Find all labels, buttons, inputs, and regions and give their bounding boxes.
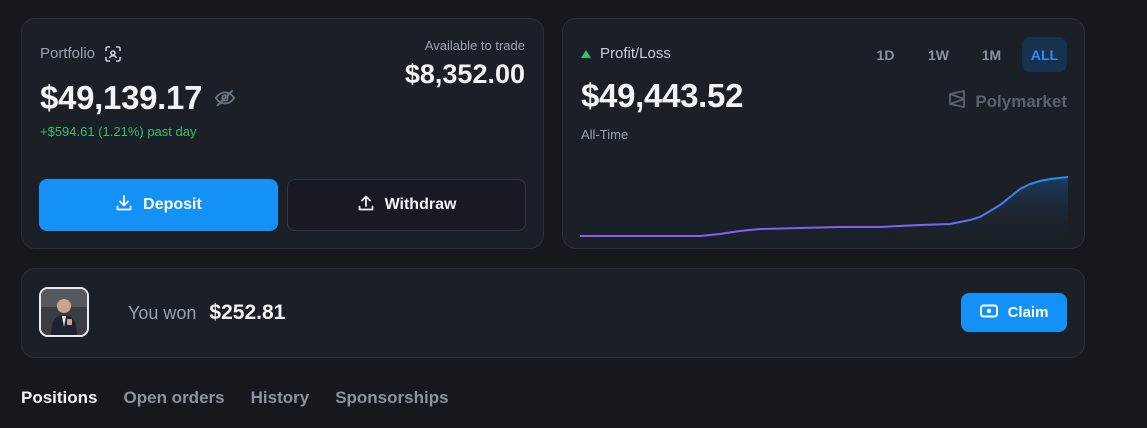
pnl-value: $49,443.52 — [581, 77, 744, 114]
range-1m[interactable]: 1M — [969, 37, 1014, 72]
scan-icon[interactable] — [105, 45, 121, 62]
won-amount: $252.81 — [209, 301, 286, 324]
tab-positions[interactable]: Positions — [21, 388, 98, 408]
tab-history[interactable]: History — [251, 388, 310, 408]
range-1w[interactable]: 1W — [916, 37, 961, 72]
profit-loss-card: Profit/Loss $49,443.52 All-Time 1D 1W 1M… — [562, 18, 1085, 249]
claim-label: Claim — [1007, 304, 1049, 321]
withdraw-label: Withdraw — [384, 196, 457, 213]
pnl-period: All-Time — [581, 127, 629, 142]
portfolio-change: +$594.61 (1.21%) past day — [40, 124, 197, 139]
pnl-chart — [580, 176, 1068, 239]
claim-button[interactable]: Claim — [961, 293, 1067, 332]
available-value: $8,352.00 — [404, 59, 525, 89]
portfolio-value-row: $49,139.17 — [40, 79, 236, 117]
upload-icon — [357, 194, 375, 217]
available-label: Available to trade — [424, 38, 525, 53]
winnings-text: You won $252.81 — [128, 301, 285, 325]
up-triangle-icon — [581, 49, 591, 58]
polymarket-brand: Polymarket — [947, 89, 1067, 114]
portfolio-tabs: Positions Open orders History Sponsorshi… — [21, 388, 449, 408]
range-all[interactable]: ALL — [1022, 37, 1067, 72]
won-prefix: You won — [128, 303, 197, 323]
pnl-header: Profit/Loss — [581, 45, 671, 62]
range-1d[interactable]: 1D — [863, 37, 908, 72]
polymarket-logo-icon — [947, 89, 967, 114]
download-icon — [115, 194, 133, 217]
portfolio-card: Portfolio $49,139.17 +$594.61 (1.21%) pa… — [21, 18, 544, 249]
portfolio-label: Portfolio — [40, 45, 96, 62]
pnl-label: Profit/Loss — [600, 45, 671, 62]
portfolio-header: Portfolio — [40, 45, 121, 62]
cash-icon — [979, 304, 998, 322]
avatar — [39, 287, 89, 337]
portfolio-value: $49,139.17 — [40, 79, 203, 116]
tab-open-orders[interactable]: Open orders — [124, 388, 225, 408]
winnings-card: You won $252.81 Claim — [21, 268, 1085, 358]
range-selector: 1D 1W 1M ALL — [863, 37, 1067, 72]
polymarket-label: Polymarket — [975, 91, 1067, 111]
tab-sponsorships[interactable]: Sponsorships — [335, 388, 448, 408]
withdraw-button[interactable]: Withdraw — [287, 179, 526, 231]
eye-off-icon[interactable] — [214, 79, 236, 117]
deposit-button[interactable]: Deposit — [39, 179, 278, 231]
deposit-label: Deposit — [143, 196, 202, 213]
